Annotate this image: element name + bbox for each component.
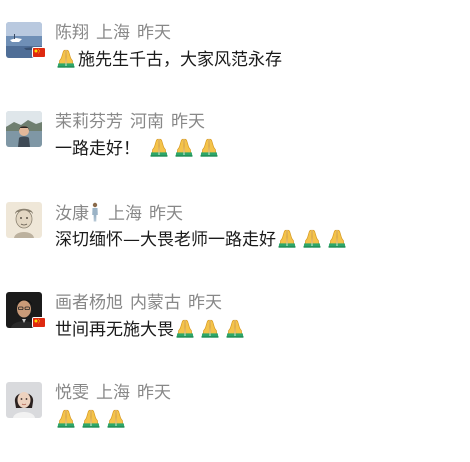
folded-hands-icon bbox=[198, 137, 220, 157]
commenter-name[interactable]: 悦雯 bbox=[55, 383, 89, 403]
woman-portrait-avatar[interactable] bbox=[6, 382, 42, 418]
commenter-name[interactable]: 茉莉芬芳 bbox=[55, 112, 123, 132]
comment-meta: 茉莉芬芳 河南 昨天 bbox=[55, 111, 205, 133]
folded-hands-icon bbox=[55, 408, 77, 428]
folded-hands-icon bbox=[224, 318, 246, 338]
comment-text: 施先生千古，大家风范永存 bbox=[55, 48, 282, 72]
comment-body: 施先生千古，大家风范永存 bbox=[78, 50, 282, 70]
comment-meta: 汝康 上海 昨天 bbox=[55, 202, 183, 225]
folded-hands-icon bbox=[80, 408, 102, 428]
comment-time: 昨天 bbox=[149, 204, 183, 224]
comment-list: 陈翔 上海 昨天 施先生千古，大家风范永存 茉莉芬芳 河南 昨天 一路走好！ 汝… bbox=[0, 0, 470, 452]
folded-hands-icon bbox=[55, 48, 77, 68]
comment-item: 陈翔 上海 昨天 施先生千古，大家风范永存 bbox=[0, 22, 470, 102]
comment-time: 昨天 bbox=[171, 112, 205, 132]
comment-item: 画者杨旭 内蒙古 昨天 世间再无施大畏 bbox=[0, 292, 470, 372]
commenter-location: 河南 bbox=[130, 112, 164, 132]
comment-body: 世间再无施大畏 bbox=[55, 320, 174, 340]
commenter-name[interactable]: 陈翔 bbox=[55, 23, 89, 43]
folded-hands-icon bbox=[173, 137, 195, 157]
comment-time: 昨天 bbox=[137, 23, 171, 43]
comment-time: 昨天 bbox=[188, 293, 222, 313]
folded-hands-icon bbox=[326, 228, 348, 248]
folded-hands-icon bbox=[148, 137, 170, 157]
folded-hands-icon bbox=[174, 318, 196, 338]
comment-body: 深切缅怀—大畏老师一路走好 bbox=[55, 230, 276, 250]
commenter-name[interactable]: 汝康 bbox=[55, 204, 89, 224]
comment-meta: 画者杨旭 内蒙古 昨天 bbox=[55, 292, 222, 314]
comment-text: 世间再无施大畏 bbox=[55, 318, 246, 342]
folded-hands-icon bbox=[276, 228, 298, 248]
comment-text: 一路走好！ bbox=[55, 137, 220, 161]
commenter-location: 内蒙古 bbox=[130, 293, 181, 313]
comment-time: 昨天 bbox=[137, 383, 171, 403]
folded-hands-icon bbox=[105, 408, 127, 428]
commenter-location: 上海 bbox=[108, 204, 142, 224]
comment-body: 一路走好！ bbox=[55, 139, 140, 159]
comment-text: 深切缅怀—大畏老师一路走好 bbox=[55, 228, 348, 252]
folded-hands-icon bbox=[199, 318, 221, 338]
china-flag-icon bbox=[33, 318, 45, 327]
comment-meta: 陈翔 上海 昨天 bbox=[55, 22, 171, 44]
commenter-name[interactable]: 画者杨旭 bbox=[55, 293, 123, 313]
lake-portrait-avatar[interactable] bbox=[6, 111, 42, 147]
comment-meta: 悦雯 上海 昨天 bbox=[55, 382, 171, 404]
standing-person-icon bbox=[89, 202, 101, 222]
folded-hands-icon bbox=[301, 228, 323, 248]
china-flag-icon bbox=[33, 48, 45, 57]
comment-item: 茉莉芬芳 河南 昨天 一路走好！ bbox=[0, 111, 470, 191]
comment-item: 汝康 上海 昨天 深切缅怀—大畏老师一路走好 bbox=[0, 202, 470, 282]
comment-item: 悦雯 上海 昨天 bbox=[0, 382, 470, 462]
commenter-location: 上海 bbox=[96, 383, 130, 403]
comment-text bbox=[55, 408, 127, 432]
sketch-portrait-avatar[interactable] bbox=[6, 202, 42, 238]
commenter-location: 上海 bbox=[96, 23, 130, 43]
